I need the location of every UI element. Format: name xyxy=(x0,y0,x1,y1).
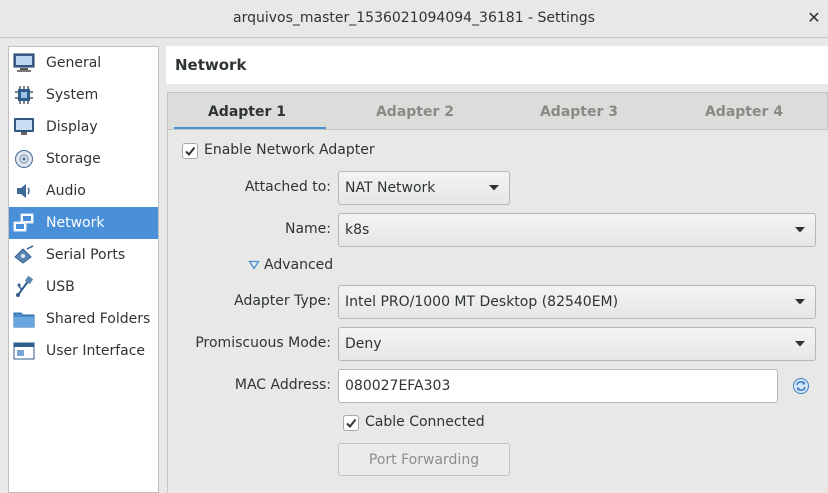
attached-to-label: Attached to: xyxy=(244,179,331,195)
sidebar-item-system[interactable]: System xyxy=(9,79,158,111)
sidebar-item-serial-ports[interactable]: Serial Ports xyxy=(9,239,158,271)
port-forwarding-button[interactable]: Port Forwarding xyxy=(338,443,510,476)
display-icon xyxy=(13,116,35,138)
promiscuous-mode-label: Promiscuous Mode: xyxy=(195,335,331,351)
sidebar-item-audio[interactable]: Audio xyxy=(9,175,158,207)
expander-triangle-icon xyxy=(248,260,260,270)
name-value: k8s xyxy=(345,222,370,238)
settings-sidebar: General System Display Storage Audio Net… xyxy=(8,46,159,493)
promiscuous-mode-select[interactable]: Deny xyxy=(338,327,816,361)
adapter-type-select[interactable]: Intel PRO/1000 MT Desktop (82540EM) xyxy=(338,285,816,319)
tab-adapter-3[interactable]: Adapter 3 xyxy=(497,93,661,130)
chevron-down-icon xyxy=(785,340,815,348)
sidebar-item-label: Network xyxy=(46,215,105,231)
sidebar-item-label: Audio xyxy=(46,183,86,199)
sidebar-item-label: Serial Ports xyxy=(46,247,126,263)
usb-icon xyxy=(13,276,35,298)
serial-ports-icon xyxy=(13,244,35,266)
sidebar-item-label: User Interface xyxy=(46,343,146,359)
shared-folders-icon xyxy=(13,308,35,330)
general-icon xyxy=(13,52,35,74)
advanced-label: Advanced xyxy=(264,257,334,273)
sidebar-item-shared-folders[interactable]: Shared Folders xyxy=(9,303,158,335)
adapter-type-label: Adapter Type: xyxy=(234,293,331,309)
sidebar-item-label: USB xyxy=(46,279,75,295)
page-header: Network xyxy=(166,46,828,84)
title-bar: arquivos_master_1536021094094_36181 - Se… xyxy=(0,0,828,38)
network-icon xyxy=(13,212,35,234)
storage-icon xyxy=(13,148,35,170)
sidebar-item-general[interactable]: General xyxy=(9,47,158,79)
close-icon[interactable]: ✕ xyxy=(806,9,822,27)
audio-icon xyxy=(13,180,35,202)
chevron-down-icon xyxy=(785,298,815,306)
adapter-type-value: Intel PRO/1000 MT Desktop (82540EM) xyxy=(345,294,619,310)
sidebar-item-label: System xyxy=(46,87,99,103)
sidebar-item-label: General xyxy=(46,55,102,71)
user-interface-icon xyxy=(13,340,35,362)
sidebar-item-label: Storage xyxy=(46,151,101,167)
checkmark-icon xyxy=(346,418,357,429)
mac-address-field[interactable] xyxy=(338,369,778,403)
checkmark-icon xyxy=(185,146,196,157)
chevron-down-icon xyxy=(479,184,509,192)
name-select[interactable]: k8s xyxy=(338,213,816,247)
cable-connected-checkbox[interactable] xyxy=(343,415,359,431)
enable-adapter-label[interactable]: Enable Network Adapter xyxy=(204,142,375,158)
attached-to-select[interactable]: NAT Network xyxy=(338,171,510,205)
refresh-mac-icon[interactable] xyxy=(792,377,810,395)
sidebar-item-display[interactable]: Display xyxy=(9,111,158,143)
cable-connected-label[interactable]: Cable Connected xyxy=(365,414,485,430)
sidebar-item-label: Shared Folders xyxy=(46,311,151,327)
sidebar-item-label: Display xyxy=(46,119,98,135)
tab-adapter-4[interactable]: Adapter 4 xyxy=(661,93,827,130)
name-label: Name: xyxy=(284,221,331,237)
sidebar-item-usb[interactable]: USB xyxy=(9,271,158,303)
sidebar-item-user-interface[interactable]: User Interface xyxy=(9,335,158,367)
adapter-tab-bar: Adapter 1 Adapter 2 Adapter 3 Adapter 4 xyxy=(167,92,828,130)
sidebar-item-storage[interactable]: Storage xyxy=(9,143,158,175)
chevron-down-icon xyxy=(785,226,815,234)
window-title: arquivos_master_1536021094094_36181 - Se… xyxy=(233,10,595,26)
sidebar-item-network[interactable]: Network xyxy=(9,207,158,239)
mac-address-input[interactable] xyxy=(339,378,777,394)
page-title: Network xyxy=(175,56,247,74)
mac-address-label: MAC Address: xyxy=(234,377,331,393)
enable-adapter-checkbox[interactable] xyxy=(182,143,198,159)
tab-adapter-2[interactable]: Adapter 2 xyxy=(333,93,497,130)
attached-to-value: NAT Network xyxy=(345,180,436,196)
advanced-expander[interactable]: Advanced xyxy=(248,257,333,273)
tab-adapter-1[interactable]: Adapter 1 xyxy=(168,93,326,130)
promiscuous-mode-value: Deny xyxy=(345,336,382,352)
system-icon xyxy=(13,84,35,106)
